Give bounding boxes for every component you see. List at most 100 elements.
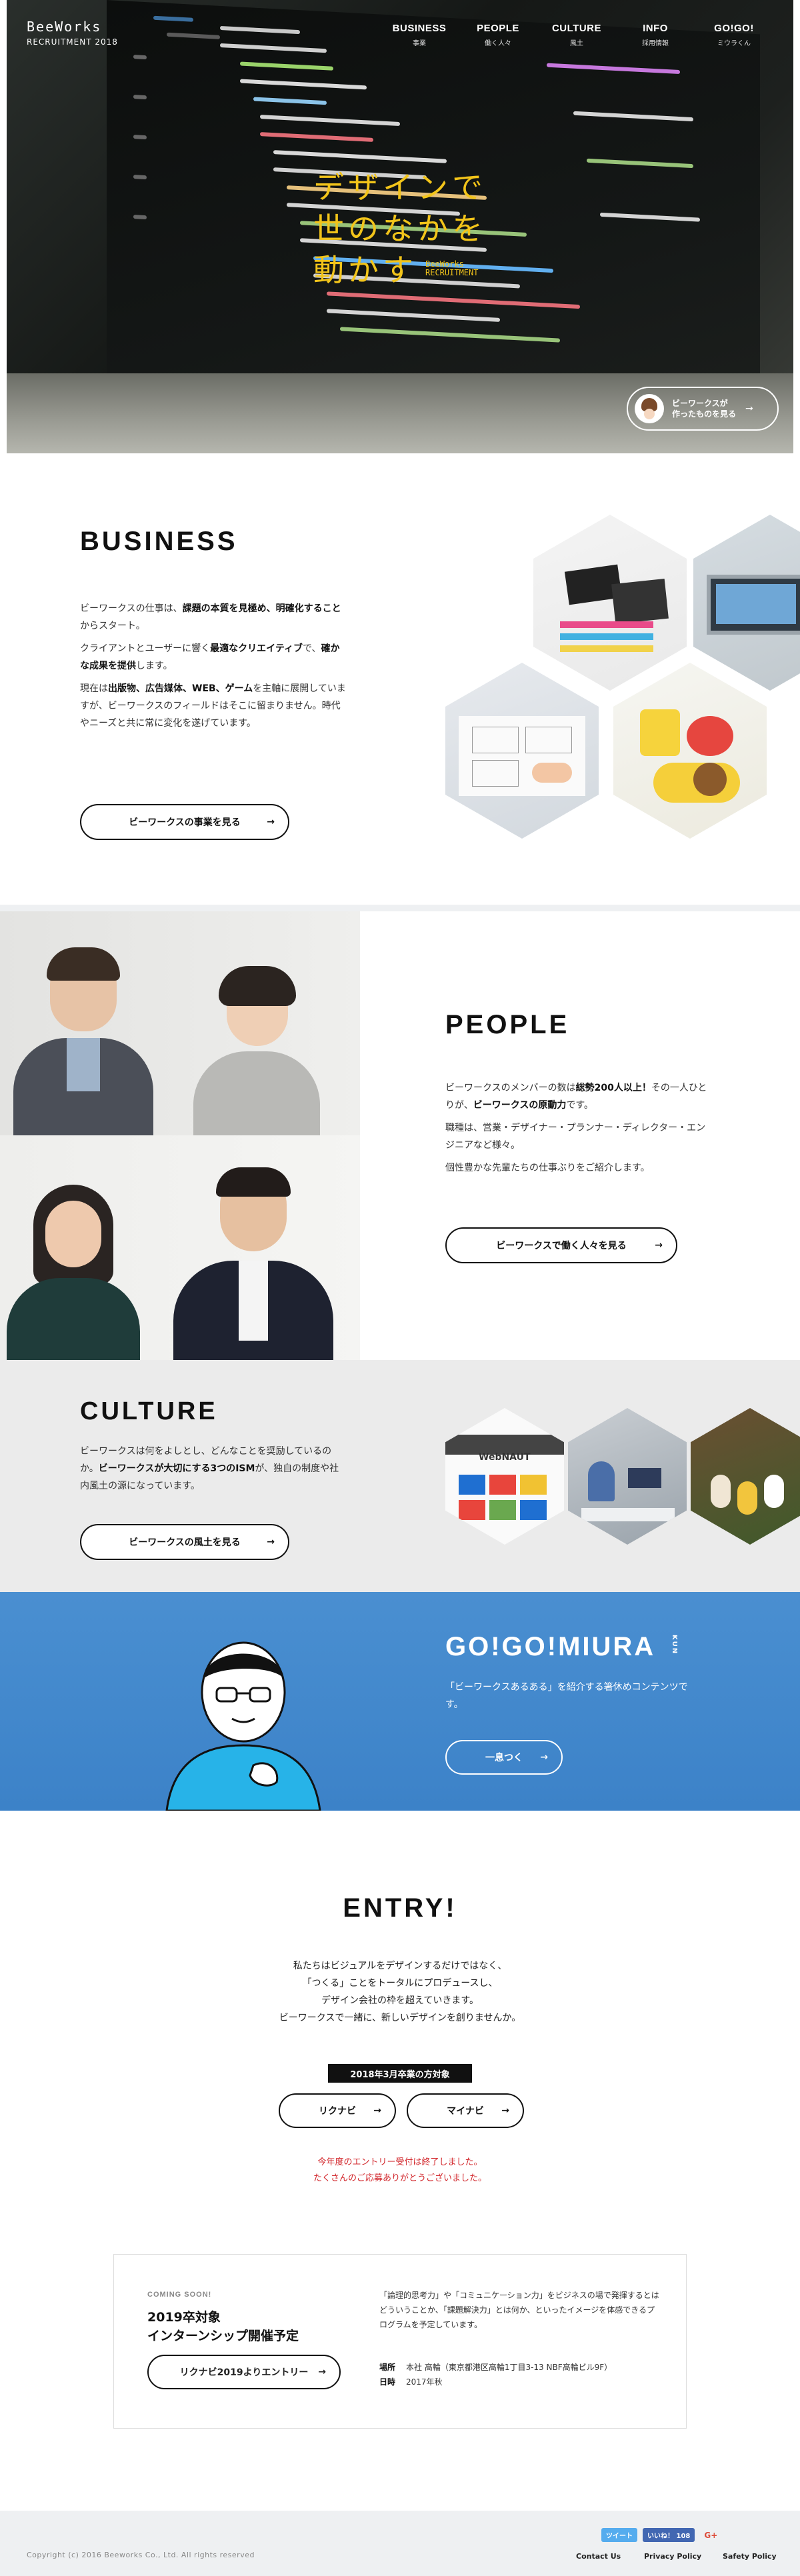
paragraph: 現在は出版物、広告媒体、WEB、ゲームを主軸に展開していますが、ビーワークスのフ… bbox=[80, 680, 347, 732]
notice-line: 今年度のエントリー受付は終了しました。 bbox=[317, 2157, 483, 2167]
target-badge: 2018年3月卒業の方対象 bbox=[328, 2064, 472, 2083]
emphasis: 出版物、広告媒体、WEB、ゲーム bbox=[108, 683, 253, 694]
button-label: ビーワークスの事業を見る bbox=[129, 817, 241, 828]
nav-item-business[interactable]: BUSINESS 事業 bbox=[380, 23, 459, 47]
info-row: 日時 2017年秋 bbox=[379, 2375, 612, 2389]
lead-line: 私たちはビジュアルをデザインするだけではなく、 bbox=[293, 1961, 507, 1971]
entry-closed-notice: 今年度のエントリー受付は終了しました。 たくさんのご応募ありがとうございました。 bbox=[0, 2155, 800, 2187]
copyright-text: Copyright (c) 2016 Beeworks Co., Ltd. Al… bbox=[27, 2551, 255, 2559]
code-line bbox=[253, 97, 327, 105]
code-line bbox=[327, 291, 580, 309]
nav-item-gogo[interactable]: GO!GO! ミウラくん bbox=[695, 23, 773, 47]
google-plus-button[interactable]: G+ bbox=[704, 2531, 717, 2540]
emphasis: 課題の本質を見極め、明確化すること bbox=[182, 603, 341, 614]
info-value: 本社 高輪（東京都港区高輪1丁目3-13 NBF高輪ビル9F） bbox=[406, 2363, 613, 2372]
info-label: 日時 bbox=[379, 2377, 396, 2387]
badge-line: RECRUITMENT bbox=[425, 268, 479, 277]
business-image-laptop bbox=[693, 515, 800, 691]
business-image-storyboard bbox=[445, 663, 599, 839]
people-section: PEOPLE ビーワークスのメンバーの数は総勢200人以上！その一人ひとりが、ビ… bbox=[0, 911, 800, 1360]
culture-description: ビーワークスは何をよしとし、どんなことを奨励しているのか。ビーワークスが大切にす… bbox=[80, 1443, 347, 1500]
business-more-button[interactable]: ビーワークスの事業を見る → bbox=[80, 804, 289, 840]
global-nav: BUSINESS 事業 PEOPLE 働く人々 CULTURE 風土 INFO … bbox=[380, 23, 773, 47]
rikunabi-2019-entry-button[interactable]: リクナビ2019よりエントリー → bbox=[147, 2355, 341, 2389]
culture-more-button[interactable]: ビーワークスの風土を見る → bbox=[80, 1524, 289, 1560]
business-image-print bbox=[533, 515, 687, 691]
lead-line: 「つくる」ことをトータルにプロデュースし、 bbox=[302, 1978, 498, 1989]
paragraph: 個性豊かな先輩たちの仕事ぶりをご紹介します。 bbox=[445, 1163, 650, 1173]
footer-link-safety[interactable]: Safety Policy bbox=[723, 2552, 777, 2561]
catchcopy-line: デザインで bbox=[313, 169, 487, 205]
emphasis: 最適なクリエイティブ bbox=[210, 643, 303, 654]
arrow-right-icon: → bbox=[373, 2105, 381, 2116]
miura-section: GO!GO!MIURA KUN 「ビーワークスあるある」を紹介する箸休めコンテン… bbox=[0, 1592, 800, 1811]
miura-title: GO!GO!MIURA bbox=[445, 1632, 656, 1661]
text: 現在は bbox=[80, 683, 108, 694]
internship-description: 「論理的思考力」や「コミュニケーション力」をビジネスの場で発揮するとはどういうこ… bbox=[379, 2291, 659, 2329]
text: で、 bbox=[303, 643, 321, 654]
nav-label-en: PEOPLE bbox=[477, 23, 519, 34]
code-line bbox=[133, 175, 147, 180]
code-line bbox=[327, 309, 500, 322]
people-more-button[interactable]: ビーワークスで働く人々を見る → bbox=[445, 1227, 677, 1263]
logo-subtitle: RECRUITMENT 2018 bbox=[27, 37, 118, 47]
mynavi-entry-button[interactable]: マイナビ → bbox=[407, 2093, 524, 2128]
nav-item-culture[interactable]: CULTURE 風土 bbox=[537, 23, 616, 47]
code-line bbox=[573, 111, 693, 122]
business-image-goods bbox=[613, 663, 767, 839]
nav-label-en: GO!GO! bbox=[714, 23, 754, 34]
button-label: ビーワークスで働く人々を見る bbox=[496, 1241, 627, 1251]
works-cta-button[interactable]: ビーワークスが 作ったものを見る → bbox=[627, 387, 779, 431]
section-divider bbox=[0, 905, 800, 911]
footer-link-contact[interactable]: Contact Us bbox=[576, 2552, 621, 2561]
arrow-right-icon: → bbox=[501, 2105, 509, 2116]
cta-label: ビーワークスが 作ったものを見る bbox=[672, 398, 736, 419]
internship-info: 場所 本社 高輪（東京都港区高輪1丁目3-13 NBF高輪ビル9F） 日時 2017… bbox=[379, 2360, 612, 2389]
paragraph: 職種は、営業・デザイナー・プランナー・ディレクター・エンジニアなど様々。 bbox=[445, 1123, 706, 1151]
nav-item-info[interactable]: INFO 採用情報 bbox=[616, 23, 695, 47]
nav-label-en: INFO bbox=[643, 23, 668, 34]
nav-label-jp: 風土 bbox=[570, 40, 583, 47]
nav-label-en: CULTURE bbox=[551, 23, 602, 34]
miura-description: 「ビーワークスあるある」を紹介する箸休めコンテンツです。 bbox=[445, 1682, 688, 1710]
button-label: マイナビ bbox=[447, 2106, 484, 2117]
code-line bbox=[273, 150, 447, 163]
facebook-like-button[interactable]: いいね！ 108 bbox=[643, 2528, 695, 2542]
code-line bbox=[260, 115, 400, 127]
info-value: 2017年秋 bbox=[406, 2377, 443, 2387]
nav-item-people[interactable]: PEOPLE 働く人々 bbox=[459, 23, 537, 47]
culture-image-outdoor bbox=[691, 1408, 800, 1545]
code-line bbox=[240, 79, 367, 90]
hero-copy-badge: BeeWorks RECRUITMENT bbox=[425, 260, 478, 277]
culture-section: CULTURE ビーワークスは何をよしとし、どんなことを奨励しているのか。ビーワ… bbox=[0, 1360, 800, 1592]
paragraph: ビーワークスのメンバーの数は総勢200人以上！その一人ひとりが、ビーワークスの原… bbox=[445, 1079, 712, 1114]
section-title: PEOPLE bbox=[445, 1010, 570, 1039]
page: BeeWorks RECRUITMENT 2018 BUSINESS 事業 PE… bbox=[0, 0, 800, 2576]
arrow-right-icon: → bbox=[267, 817, 275, 827]
heading-line: 2019卒対象 bbox=[147, 2310, 221, 2325]
paragraph: ビーワークスは何をよしとし、どんなことを奨励しているのか。ビーワークスが大切にす… bbox=[80, 1443, 347, 1495]
site-logo[interactable]: BeeWorks RECRUITMENT 2018 bbox=[27, 19, 118, 47]
miura-illustration bbox=[165, 1641, 321, 1811]
text: ビーワークスのメンバーの数は bbox=[445, 1083, 576, 1093]
culture-image-office bbox=[568, 1408, 687, 1545]
rikunabi-entry-button[interactable]: リクナビ → bbox=[279, 2093, 396, 2128]
section-title: BUSINESS bbox=[80, 527, 238, 556]
code-line bbox=[600, 212, 700, 222]
notice-line: たくさんのご応募ありがとうございました。 bbox=[313, 2173, 487, 2183]
tweet-button[interactable]: ツイート bbox=[601, 2528, 637, 2542]
arrow-right-icon: → bbox=[655, 1240, 663, 1251]
entry-section: ENTRY! 私たちはビジュアルをデザインするだけではなく、 「つくる」ことをト… bbox=[0, 1811, 800, 2511]
heading-line: インターンシップ開催予定 bbox=[147, 2329, 299, 2343]
nav-label-en: BUSINESS bbox=[392, 23, 447, 34]
cta-label-line: ビーワークスが bbox=[672, 399, 728, 408]
person-photo bbox=[187, 966, 327, 1135]
button-label: リクナビ bbox=[319, 2106, 356, 2117]
logo-wordmark: BeeWorks bbox=[27, 19, 102, 35]
code-line bbox=[133, 95, 147, 100]
culture-image-webnaut: WebNAUT bbox=[445, 1408, 564, 1545]
footer-link-privacy[interactable]: Privacy Policy bbox=[644, 2552, 701, 2561]
miura-more-button[interactable]: 一息つく → bbox=[445, 1740, 563, 1775]
text: します。 bbox=[136, 661, 173, 671]
paragraph: クライアントとユーザーに響く最適なクリエイティブで、確かな成果を提供します。 bbox=[80, 640, 347, 675]
